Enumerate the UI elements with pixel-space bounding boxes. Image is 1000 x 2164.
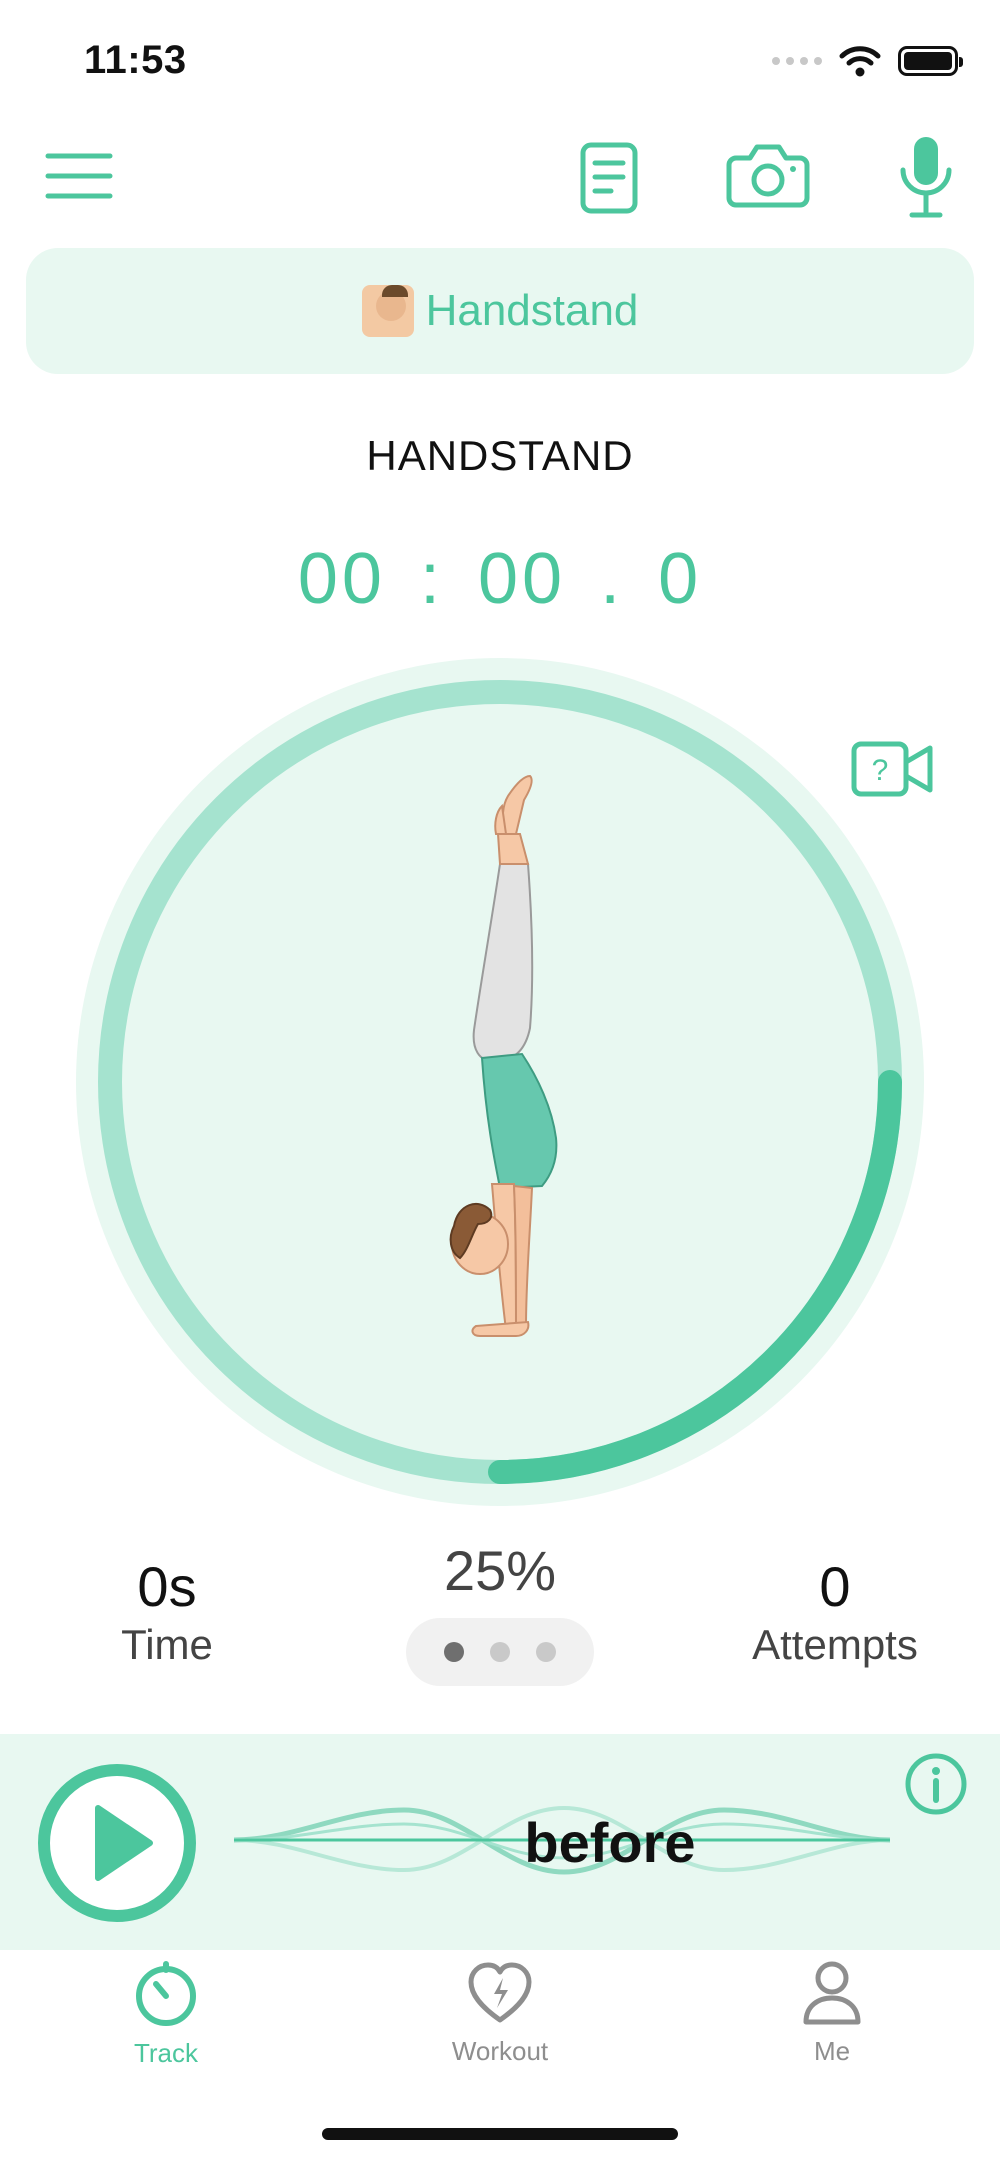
page-indicator[interactable]	[406, 1618, 594, 1686]
notes-button[interactable]	[576, 136, 642, 220]
status-icons	[772, 44, 963, 78]
tab-workout-label: Workout	[451, 2036, 549, 2066]
play-icon	[38, 1764, 196, 1922]
person-icon	[803, 1961, 861, 2025]
progress-percent: 25%	[443, 1539, 557, 1602]
tab-me[interactable]: Me	[722, 1960, 942, 2067]
exercise-selector[interactable]: Handstand	[26, 248, 974, 374]
exercise-emoji-icon	[361, 285, 414, 337]
time-stat-label: Time	[121, 1621, 213, 1668]
status-time: 11:53	[84, 38, 187, 82]
microphone-icon	[900, 137, 952, 218]
camera-icon	[726, 144, 810, 208]
tab-track-label: Track	[133, 2038, 199, 2068]
progress-ring[interactable]	[76, 658, 924, 1506]
time-stat-value: 0s	[137, 1555, 197, 1618]
hamburger-icon	[45, 153, 113, 199]
attempts-stat-label: Attempts	[752, 1621, 918, 1668]
attempts-stat: 0 Attempts	[720, 1554, 950, 1669]
page-dot[interactable]	[444, 1642, 464, 1662]
page-dot[interactable]	[490, 1642, 510, 1662]
info-icon	[905, 1753, 967, 1815]
home-indicator	[322, 2128, 678, 2140]
progress-ring-svg	[76, 658, 924, 1506]
battery-icon	[898, 46, 963, 76]
page-dot[interactable]	[536, 1642, 556, 1662]
cellular-signal-icon	[772, 57, 822, 65]
exercise-selector-label: Handstand	[425, 286, 639, 335]
info-button[interactable]	[904, 1752, 968, 1821]
video-help-icon: ?	[851, 741, 933, 797]
stopwatch-icon	[136, 1961, 196, 2026]
wifi-icon	[839, 46, 881, 77]
cue-word: before	[524, 1811, 696, 1874]
microphone-button[interactable]	[894, 132, 958, 222]
play-button[interactable]	[36, 1762, 198, 1924]
time-stat: 0s Time	[80, 1554, 254, 1669]
document-icon	[580, 142, 638, 214]
svg-text:?: ?	[872, 754, 889, 787]
heart-bolt-icon	[468, 1962, 532, 2023]
camera-button[interactable]	[726, 138, 810, 212]
tab-me-label: Me	[813, 2036, 851, 2066]
tab-workout[interactable]: Workout	[390, 1960, 610, 2067]
timer-display: 00 : 00 . 0	[297, 539, 703, 619]
help-video-button[interactable]: ?	[850, 740, 934, 803]
attempts-stat-value: 0	[819, 1555, 851, 1618]
exercise-title: HANDSTAND	[366, 432, 634, 479]
menu-button[interactable]	[44, 148, 114, 204]
tab-track[interactable]: Track	[56, 1960, 276, 2069]
